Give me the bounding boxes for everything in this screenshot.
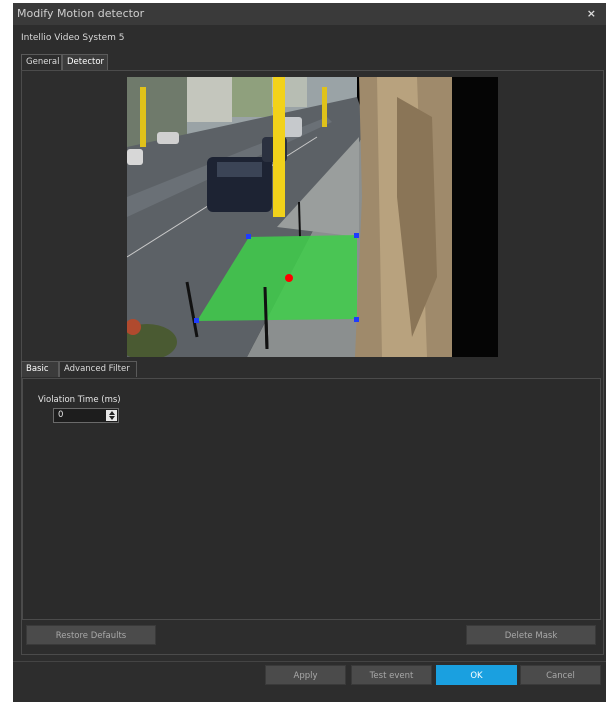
title-bar: Modify Motion detector × [13, 3, 606, 25]
spin-up-icon[interactable] [108, 411, 115, 415]
mask-handle [194, 318, 199, 323]
modify-motion-detector-dialog: Modify Motion detector × Intellio Video … [13, 3, 606, 702]
mask-center-point [285, 274, 293, 282]
close-icon[interactable]: × [587, 7, 596, 20]
spin-arrows-icon[interactable] [106, 410, 117, 421]
camera-preview[interactable] [127, 77, 498, 357]
dialog-title: Modify Motion detector [17, 7, 145, 20]
apply-button[interactable]: Apply [265, 665, 346, 685]
cancel-button[interactable]: Cancel [520, 665, 601, 685]
divider [13, 661, 606, 662]
violation-time-spinbox[interactable]: 0 [53, 408, 119, 423]
violation-time-label: Violation Time (ms) [38, 395, 121, 405]
system-name: Intellio Video System 5 [21, 33, 125, 43]
violation-time-value[interactable]: 0 [58, 410, 63, 420]
tab-advanced-filter[interactable]: Advanced Filter [59, 361, 137, 377]
tab-general[interactable]: General [21, 54, 62, 70]
spin-down-icon[interactable] [108, 416, 115, 420]
tab-basic[interactable]: Basic [21, 361, 59, 377]
delete-mask-button[interactable]: Delete Mask [466, 625, 596, 645]
tab-detector[interactable]: Detector [62, 54, 108, 70]
mask-handle [246, 234, 251, 239]
mask-handle [354, 233, 359, 238]
mask-handle [354, 317, 359, 322]
camera-scene [127, 77, 498, 357]
restore-defaults-button[interactable]: Restore Defaults [26, 625, 156, 645]
test-event-button[interactable]: Test event [351, 665, 432, 685]
ok-button[interactable]: OK [436, 665, 517, 685]
